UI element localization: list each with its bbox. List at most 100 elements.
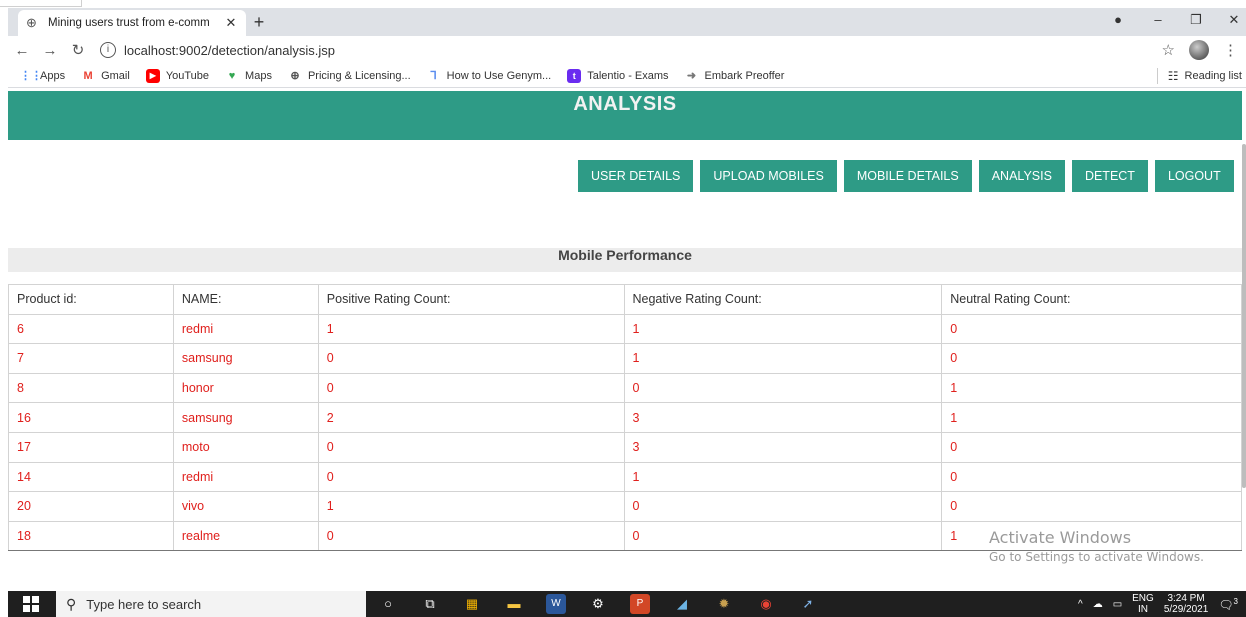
chrome-icon[interactable]: ◉ (756, 594, 776, 614)
cell: vivo (172, 491, 319, 522)
bookmark-talentio[interactable]: t Talentio - Exams (567, 68, 669, 83)
bookmark-maps[interactable]: ♥ Maps (225, 69, 272, 83)
table-row: 8 honor 0 0 1 (8, 372, 1242, 404)
clock[interactable]: 3:24 PM 5/29/2021 (1164, 593, 1209, 615)
cell: 2 (317, 402, 625, 433)
cell: 7 (8, 343, 174, 374)
battery-icon[interactable]: ▭ (1113, 599, 1122, 610)
cell: 1 (623, 313, 943, 345)
close-tab-icon[interactable]: ✕ (224, 15, 238, 31)
nav-detect[interactable]: DETECT (1071, 160, 1148, 192)
cell: 1 (317, 491, 625, 522)
cell: 0 (941, 313, 1242, 345)
browser-tab[interactable]: ⊕ Mining users trust from e-comm ✕ (18, 10, 246, 36)
page-scrollbar[interactable] (1242, 144, 1246, 488)
table-header-row: Product id: NAME: Positive Rating Count:… (8, 284, 1242, 315)
reload-icon[interactable]: ↻ (64, 41, 92, 59)
table-row: 6 redmi 1 1 0 (8, 313, 1242, 345)
table-row: 17 moto 0 3 0 (8, 431, 1242, 463)
forward-arrow-icon[interactable]: → (36, 42, 64, 59)
taskbar-search[interactable]: ⚲ Type here to search (56, 591, 366, 617)
cell: redmi (172, 313, 319, 345)
cell: 14 (8, 461, 174, 493)
nav-analysis[interactable]: ANALYSIS (978, 160, 1065, 192)
cell: 0 (623, 491, 943, 522)
bookmark-star-icon[interactable]: ☆ (1162, 41, 1175, 59)
bookmark-gmail[interactable]: M Gmail (81, 69, 129, 83)
table-row: 16 samsung 2 3 1 (8, 402, 1242, 433)
nav-mobile-details[interactable]: MOBILE DETAILS (843, 160, 972, 192)
genymotion-icon: Ꞁ (430, 69, 437, 82)
nav-logout[interactable]: LOGOUT (1154, 160, 1234, 192)
search-placeholder: Type here to search (86, 596, 202, 612)
back-arrow-icon[interactable]: ← (8, 42, 36, 59)
close-window-icon[interactable]: ✕ (1224, 12, 1244, 28)
windows-start-icon[interactable] (16, 595, 46, 613)
minimize-icon[interactable]: – (1148, 12, 1168, 27)
profile-avatar[interactable] (1189, 40, 1209, 60)
cell: 0 (317, 461, 625, 493)
restore-icon[interactable]: ❐ (1186, 12, 1206, 28)
col-negative: Negative Rating Count: (623, 284, 943, 315)
col-product-id: Product id: (8, 284, 174, 315)
table-row: 14 redmi 0 1 0 (8, 461, 1242, 493)
col-name: NAME: (172, 284, 319, 315)
cell: redmi (172, 461, 319, 493)
store-icon[interactable]: ▦ (462, 594, 482, 614)
cell: moto (172, 431, 319, 463)
page-title: ANALYSIS (573, 93, 677, 115)
app-game-icon[interactable]: ✹ (714, 594, 734, 614)
section-title: Mobile Performance (8, 248, 1242, 272)
nav-user-details[interactable]: USER DETAILS (578, 160, 694, 192)
file-explorer-icon[interactable]: ▬ (504, 594, 524, 614)
word-icon[interactable]: W (546, 594, 566, 614)
bookmarks-bar: ⋮⋮ Apps M Gmail ▶ YouTube ♥ Maps ⊕ Pricing & … (8, 64, 1246, 88)
cell: 3 (623, 431, 943, 463)
bookmark-pricing[interactable]: ⊕ Pricing & Licensing... (288, 69, 410, 83)
cell: 1 (941, 372, 1242, 404)
cell: 1 (941, 402, 1242, 433)
settings-gear-icon[interactable]: ⚙ (588, 594, 608, 614)
profile-circle-icon[interactable]: ● (1108, 12, 1128, 27)
app-tile-icon[interactable]: ◢ (672, 594, 692, 614)
windows-taskbar: ⚲ Type here to search ○ ⧉ ▦ ▬ W ⚙ P ◢ ✹ … (8, 591, 1246, 617)
language-indicator[interactable]: ENG IN (1132, 593, 1154, 615)
app-dolphin-icon[interactable]: ➚ (798, 594, 818, 614)
bookmark-apps[interactable]: ⋮⋮ Apps (20, 69, 65, 83)
task-view-icon[interactable]: ⧉ (420, 594, 440, 614)
cell: 1 (317, 313, 625, 345)
cell: 0 (941, 491, 1242, 522)
cell: 0 (941, 431, 1242, 463)
taskbar-apps: ○ ⧉ ▦ ▬ W ⚙ P ◢ ✹ ◉ ➚ (378, 594, 818, 614)
cell: samsung (172, 402, 319, 433)
cell: 0 (623, 372, 943, 404)
cortana-circle-icon[interactable]: ○ (378, 594, 398, 614)
cell: 17 (8, 431, 174, 463)
bookmark-embark[interactable]: ➜ Embark Preoffer (685, 69, 785, 83)
cell: honor (172, 372, 319, 404)
url-field[interactable]: i localhost:9002/detection/analysis.jsp (100, 42, 335, 58)
site-info-icon[interactable]: i (100, 42, 116, 58)
apps-grid-icon: ⋮⋮ (20, 69, 42, 82)
table-row: 7 samsung 0 1 0 (8, 343, 1242, 374)
youtube-icon: ▶ (145, 68, 160, 83)
nav-upload-mobiles[interactable]: UPLOAD MOBILES (700, 160, 837, 192)
watermark-title: Activate Windows (989, 528, 1132, 547)
bookmark-youtube[interactable]: ▶ YouTube (145, 68, 209, 83)
menu-kebab-icon[interactable]: ⋮ (1223, 41, 1238, 59)
watermark-subtitle: Go to Settings to activate Windows. (989, 550, 1204, 564)
cell: 8 (8, 372, 174, 404)
maps-pin-icon: ♥ (228, 69, 236, 82)
window-top-edge (0, 0, 1246, 8)
bookmark-genymotion[interactable]: Ꞁ How to Use Genym... (427, 69, 552, 83)
cell: 0 (317, 431, 625, 463)
powerpoint-icon[interactable]: P (630, 594, 650, 614)
network-icon[interactable]: ☁ (1093, 599, 1103, 610)
performance-table: Product id: NAME: Positive Rating Count:… (8, 284, 1242, 552)
new-tab-button[interactable]: + (248, 12, 270, 34)
notifications-icon[interactable]: 🗨3 (1218, 597, 1238, 612)
reading-list-button[interactable]: ☷ Reading list (1156, 68, 1242, 84)
address-bar-row: ← → ↻ i localhost:9002/detection/analysi… (8, 36, 1246, 64)
cell: 3 (623, 402, 943, 433)
chevron-up-icon[interactable]: ^ (1078, 599, 1083, 610)
